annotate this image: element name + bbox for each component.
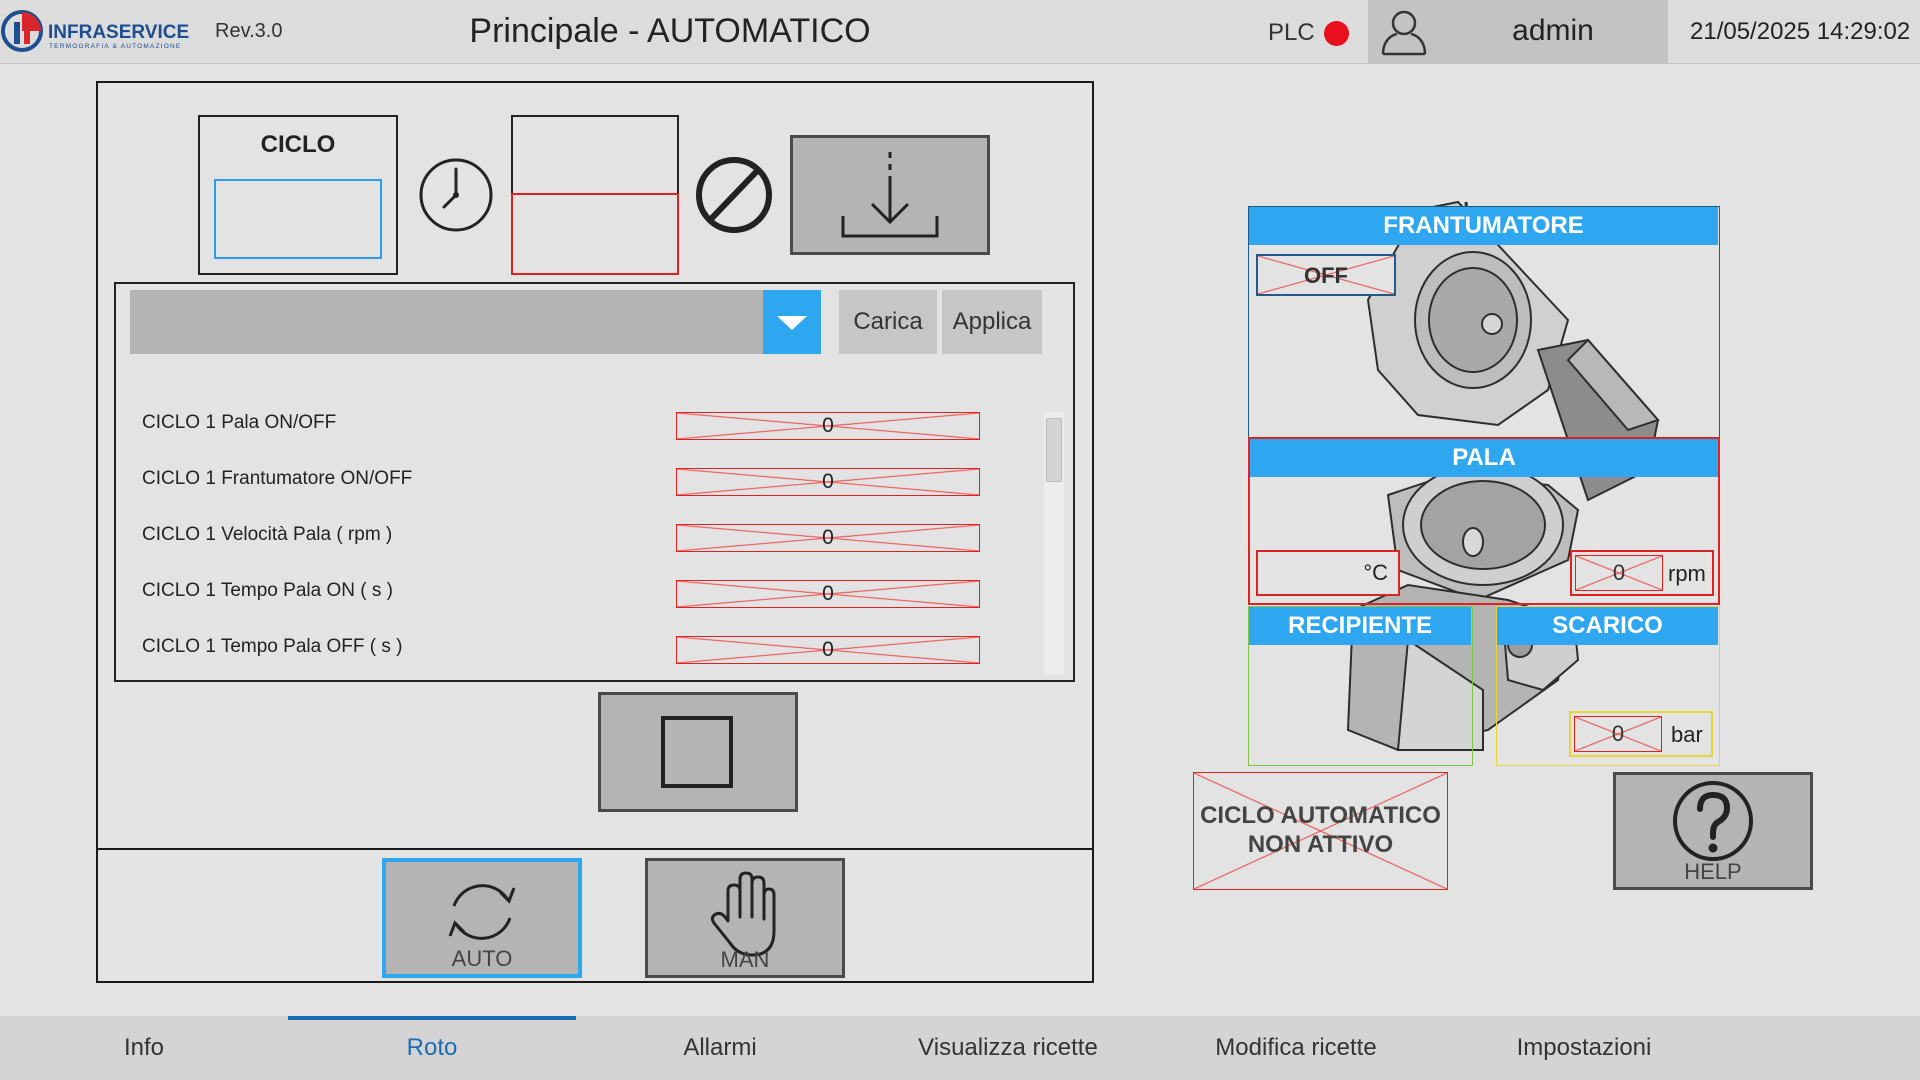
- speed-unit: rpm: [1668, 561, 1706, 586]
- scrollbar-thumb[interactable]: [1046, 418, 1062, 482]
- cycle-control-panel: CICLO Carica Applica CICLO 1 Pala ON/OFF…: [96, 81, 1094, 983]
- parameter-scrollbar[interactable]: [1044, 412, 1064, 674]
- username-label: admin: [1512, 14, 1594, 47]
- parameter-label: CICLO 1 Tempo Pala ON ( s ): [142, 580, 393, 601]
- man-label: MAN: [720, 947, 770, 972]
- parameter-label: CICLO 1 Tempo Pala OFF ( s ): [142, 636, 403, 657]
- tab-info[interactable]: Info: [0, 1016, 288, 1080]
- frantumatore-state-indicator[interactable]: OFF: [1256, 254, 1396, 296]
- tab-modifica-ricette[interactable]: Modifica ricette: [1152, 1016, 1440, 1080]
- download-icon: [841, 152, 939, 238]
- pala-temperature-field: °C: [1256, 550, 1400, 596]
- cycle-box: CICLO: [198, 115, 398, 275]
- list-item: CICLO 1 Tempo Pala ON ( s ) 0: [142, 572, 1012, 612]
- parameter-value-field[interactable]: 0: [676, 524, 980, 552]
- pala-speed-field: 0 rpm: [1570, 550, 1714, 596]
- carica-button[interactable]: Carica: [839, 290, 937, 354]
- download-recipe-button[interactable]: [790, 135, 990, 255]
- frantumatore-label: FRANTUMATORE: [1249, 207, 1718, 245]
- datetime-label: 21/05/2025 14:29:02: [1690, 18, 1911, 45]
- page-title: Principale - AUTOMATICO: [469, 12, 871, 50]
- user-button[interactable]: admin: [1368, 0, 1668, 64]
- cycle-status-line1: CICLO AUTOMATICO: [1200, 802, 1441, 829]
- cycle-number-field[interactable]: [214, 179, 382, 259]
- scarico-panel: SCARICO 0 bar: [1496, 606, 1720, 766]
- stop-button[interactable]: [598, 692, 798, 812]
- revision-label: Rev.3.0: [215, 20, 283, 42]
- recipiente-panel: RECIPIENTE: [1248, 606, 1473, 766]
- scarico-pressure-field: 0 bar: [1569, 711, 1713, 757]
- recipiente-label: RECIPIENTE: [1249, 607, 1471, 645]
- header-bar: INFRASERVICE TERMOGRAFIA & AUTOMAZIONE R…: [0, 0, 1920, 64]
- parameter-value-field[interactable]: 0: [676, 580, 980, 608]
- cycle-status-line2: NON ATTIVO: [1247, 831, 1394, 858]
- svg-text:TERMOGRAFIA & AUTOMAZIONE: TERMOGRAFIA & AUTOMAZIONE: [49, 43, 181, 50]
- recipe-parameters-area: Carica Applica CICLO 1 Pala ON/OFF 0 CIC…: [114, 282, 1075, 682]
- tab-visualizza-ricette[interactable]: Visualizza ricette: [864, 1016, 1152, 1080]
- pala-speed-value: 0: [1575, 555, 1663, 591]
- list-item: CICLO 1 Tempo Pala OFF ( s ) 0: [142, 628, 1012, 668]
- list-item: CICLO 1 Velocità Pala ( rpm ) 0: [142, 516, 1012, 556]
- auto-label: AUTO: [451, 946, 513, 971]
- list-item: CICLO 1 Frantumatore ON/OFF 0: [142, 460, 1012, 500]
- tab-allarmi[interactable]: Allarmi: [576, 1016, 864, 1080]
- remaining-time-field: [511, 193, 679, 275]
- cycle-time-display: [511, 115, 679, 275]
- parameter-label: CICLO 1 Pala ON/OFF: [142, 412, 337, 433]
- cycle-status-indicator: CICLO AUTOMATICO NON ATTIVO: [1193, 772, 1448, 890]
- elapsed-time-field: [511, 115, 679, 195]
- parameter-label: CICLO 1 Frantumatore ON/OFF: [142, 468, 413, 489]
- stop-icon: [661, 716, 733, 788]
- manual-mode-button[interactable]: MAN: [645, 858, 845, 978]
- pala-panel: PALA °C 0 rpm: [1248, 437, 1720, 605]
- chevron-down-icon: [777, 316, 807, 330]
- parameter-value-field[interactable]: 0: [676, 636, 980, 664]
- recipe-dropdown-button[interactable]: [763, 290, 821, 354]
- parameter-label: CICLO 1 Velocità Pala ( rpm ): [142, 524, 393, 545]
- plc-label: PLC: [1268, 19, 1315, 46]
- help-label: HELP: [1684, 859, 1742, 884]
- cycle-label: CICLO: [260, 131, 336, 158]
- svg-text:INFRASERVICE: INFRASERVICE: [48, 22, 189, 43]
- recipe-select[interactable]: [130, 290, 777, 354]
- help-button[interactable]: HELP: [1613, 772, 1813, 890]
- scarico-pressure-value: 0: [1574, 716, 1662, 752]
- parameter-value-field[interactable]: 0: [676, 412, 980, 440]
- panel-divider: [98, 848, 1092, 850]
- tab-impostazioni[interactable]: Impostazioni: [1440, 1016, 1728, 1080]
- tab-roto[interactable]: Roto: [288, 1016, 576, 1080]
- clock-icon: [419, 158, 493, 232]
- applica-button[interactable]: Applica: [942, 290, 1042, 354]
- plc-status-indicator: [1324, 21, 1349, 46]
- bottom-navigation: Info Roto Allarmi Visualizza ricette Mod…: [0, 1016, 1920, 1080]
- user-icon: [1381, 10, 1427, 56]
- frantumatore-panel: FRANTUMATORE OFF: [1248, 206, 1720, 438]
- pala-label: PALA: [1250, 439, 1718, 477]
- forbidden-icon: [696, 157, 772, 233]
- temperature-unit: °C: [1363, 560, 1388, 585]
- list-item: CICLO 1 Pala ON/OFF 0: [142, 404, 1012, 444]
- parameter-value-field[interactable]: 0: [676, 468, 980, 496]
- parameter-list: CICLO 1 Pala ON/OFF 0 CICLO 1 Frantumato…: [116, 404, 1046, 682]
- pressure-unit: bar: [1671, 722, 1703, 747]
- auto-mode-button[interactable]: AUTO: [382, 858, 582, 978]
- infraservice-logo: INFRASERVICE TERMOGRAFIA & AUTOMAZIONE: [0, 8, 205, 58]
- scarico-label: SCARICO: [1497, 607, 1718, 645]
